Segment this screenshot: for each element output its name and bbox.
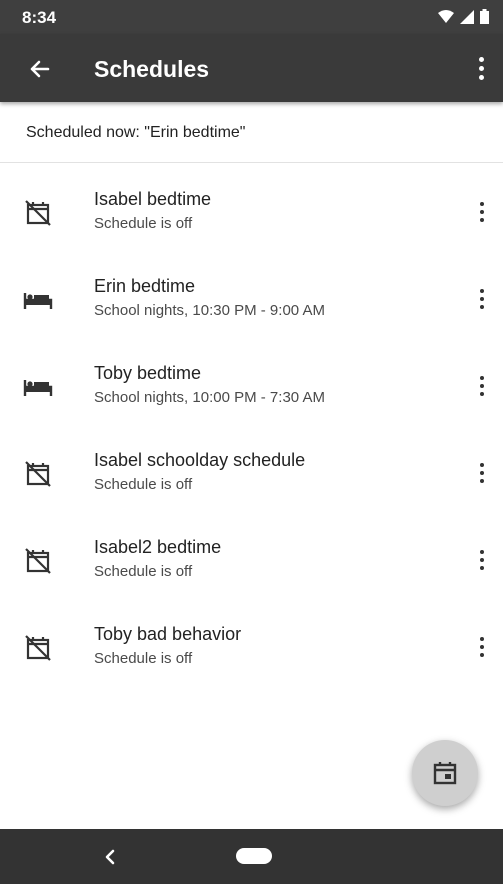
schedule-item[interactable]: Toby bad behavior Schedule is off bbox=[0, 610, 503, 697]
cell-signal-icon bbox=[460, 9, 474, 24]
schedule-item[interactable]: Erin bedtime School nights, 10:30 PM - 9… bbox=[0, 262, 503, 349]
calendar-add-icon bbox=[433, 762, 457, 785]
bed-icon bbox=[22, 371, 54, 403]
more-vert-icon bbox=[480, 550, 484, 554]
calendar-off-icon bbox=[22, 545, 54, 577]
schedule-menu-button[interactable] bbox=[473, 632, 491, 662]
more-vert-icon bbox=[480, 202, 484, 206]
schedule-item[interactable]: Toby bedtime School nights, 10:00 PM - 7… bbox=[0, 349, 503, 436]
nav-back-icon bbox=[105, 849, 115, 865]
schedule-item[interactable]: Isabel schoolday schedule Schedule is of… bbox=[0, 436, 503, 523]
status-bar: 8:34 bbox=[0, 0, 503, 34]
schedule-menu-button[interactable] bbox=[473, 371, 491, 401]
scheduled-now-label: Scheduled now: "Erin bedtime" bbox=[26, 124, 246, 141]
schedule-subtitle: Schedule is off bbox=[94, 563, 193, 580]
battery-icon bbox=[480, 9, 489, 24]
schedule-item[interactable]: Isabel bedtime Schedule is off bbox=[0, 175, 503, 262]
more-vert-icon bbox=[480, 637, 484, 641]
schedule-subtitle: Schedule is off bbox=[94, 215, 193, 232]
schedule-title: Erin bedtime bbox=[94, 276, 196, 296]
divider bbox=[0, 162, 503, 163]
schedule-subtitle: Schedule is off bbox=[94, 650, 193, 667]
schedule-item[interactable]: Isabel2 bedtime Schedule is off bbox=[0, 523, 503, 610]
schedule-subtitle: School nights, 10:00 PM - 7:30 AM bbox=[94, 389, 325, 406]
app-bar: Schedules bbox=[0, 34, 503, 102]
calendar-off-icon bbox=[22, 458, 54, 490]
schedule-menu-button[interactable] bbox=[473, 284, 491, 314]
schedule-title: Isabel schoolday schedule bbox=[94, 450, 306, 470]
nav-back-button[interactable] bbox=[100, 847, 120, 867]
overflow-menu-button[interactable] bbox=[473, 52, 489, 84]
more-vert-icon bbox=[478, 56, 484, 62]
more-vert-icon bbox=[480, 289, 484, 293]
calendar-off-icon bbox=[22, 197, 54, 229]
page-title: Schedules bbox=[94, 56, 210, 82]
status-time: 8:34 bbox=[22, 8, 57, 27]
schedule-subtitle: School nights, 10:30 PM - 9:00 AM bbox=[94, 302, 325, 319]
back-button[interactable] bbox=[24, 54, 54, 84]
schedule-title: Toby bad behavior bbox=[94, 624, 242, 644]
schedule-menu-button[interactable] bbox=[473, 458, 491, 488]
schedule-title: Isabel bedtime bbox=[94, 189, 212, 209]
schedule-list: Isabel bedtime Schedule is off Erin bedt… bbox=[0, 175, 503, 697]
schedule-subtitle: Schedule is off bbox=[94, 476, 193, 493]
home-pill-icon[interactable] bbox=[236, 848, 272, 864]
arrow-back-icon bbox=[30, 60, 50, 78]
more-vert-icon bbox=[480, 463, 484, 467]
navigation-bar bbox=[0, 829, 503, 884]
calendar-off-icon bbox=[22, 632, 54, 664]
more-vert-icon bbox=[480, 376, 484, 380]
schedule-menu-button[interactable] bbox=[473, 545, 491, 575]
add-schedule-button[interactable] bbox=[412, 740, 478, 806]
schedule-title: Isabel2 bedtime bbox=[94, 537, 222, 557]
schedule-title: Toby bedtime bbox=[94, 363, 202, 383]
status-icons bbox=[438, 9, 489, 24]
schedule-menu-button[interactable] bbox=[473, 197, 491, 227]
bed-icon bbox=[22, 284, 54, 316]
wifi-icon bbox=[438, 9, 454, 23]
